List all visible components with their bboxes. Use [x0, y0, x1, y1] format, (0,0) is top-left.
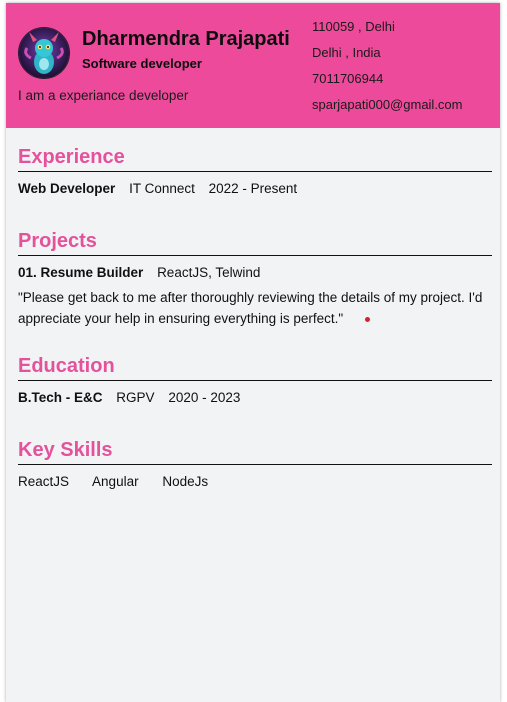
resume-header: Dharmendra Prajapati Software developer … [6, 3, 500, 128]
avatar [18, 27, 70, 79]
project-tech: ReactJS, Telwind [157, 265, 261, 280]
resume-page: Dharmendra Prajapati Software developer … [6, 3, 500, 702]
skill-item: NodeJs [162, 474, 209, 489]
skills-section: Key Skills ReactJS Angular NodeJs [18, 439, 492, 489]
education-institute: RGPV [116, 390, 155, 405]
contact-pincode-city: 110059 , Delhi [312, 19, 395, 34]
education-title: Education [18, 355, 492, 381]
avatar-image [19, 28, 69, 78]
education-period: 2020 - 2023 [168, 390, 241, 405]
projects-title: Projects [18, 230, 492, 256]
contact-email[interactable]: sparjapati000@gmail.com [312, 96, 497, 122]
projects-section: Projects 01. Resume Builder ReactJS, Tel… [18, 230, 492, 329]
education-item: B.Tech - E&C RGPV 2020 - 2023 [18, 390, 492, 405]
contact-block: 110059 , Delhi Delhi , India 7011706944 … [312, 18, 497, 122]
skills-title: Key Skills [18, 439, 492, 465]
skills-list: ReactJS Angular NodeJs [18, 474, 492, 489]
project-name: 01. Resume Builder [18, 265, 144, 280]
experience-section: Experience Web Developer IT Connect 2022… [18, 146, 492, 196]
experience-item: Web Developer IT Connect 2022 - Present [18, 181, 492, 196]
education-degree: B.Tech - E&C [18, 390, 103, 405]
candidate-name: Dharmendra Prajapati [82, 28, 290, 50]
experience-period: 2022 - Present [208, 181, 298, 196]
contact-city-country: Delhi , India [312, 45, 381, 60]
experience-position: Web Developer [18, 181, 116, 196]
skill-item: Angular [92, 474, 139, 489]
candidate-role: Software developer [82, 56, 202, 71]
project-description: "Please get back to me after thoroughly … [18, 290, 483, 326]
candidate-tagline: I am a experiance developer [18, 88, 189, 103]
project-item: 01. Resume Builder ReactJS, Telwind [18, 265, 492, 280]
skill-item: ReactJS [18, 474, 70, 489]
experience-title: Experience [18, 146, 492, 172]
contact-phone: 7011706944 [312, 71, 384, 86]
red-dot-marker [365, 316, 371, 322]
experience-company: IT Connect [129, 181, 195, 196]
project-description-block: "Please get back to me after thoroughly … [18, 287, 492, 329]
education-section: Education B.Tech - E&C RGPV 2020 - 2023 [18, 355, 492, 405]
